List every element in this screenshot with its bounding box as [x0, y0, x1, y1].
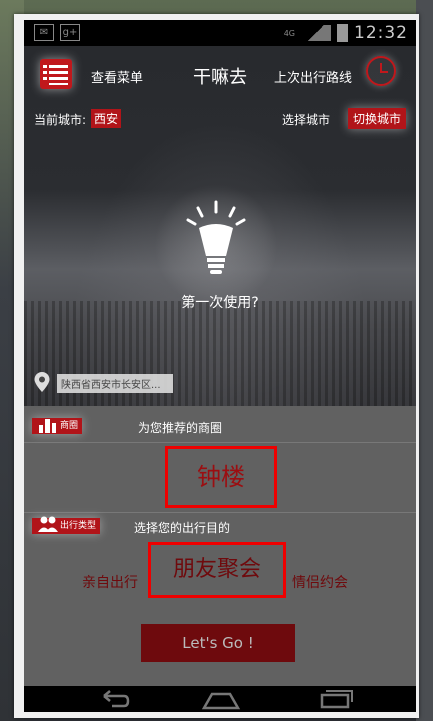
current-city-badge: 西安 — [91, 109, 122, 128]
android-nav-bar — [24, 686, 416, 712]
google-plus-icon: g+ — [60, 24, 80, 41]
history-label[interactable]: 上次出行路线 — [274, 67, 352, 86]
selected-district[interactable]: 钟楼 — [165, 446, 277, 508]
current-city-label: 当前城市: — [34, 113, 87, 127]
choose-city-label: 选择城市 — [282, 113, 331, 127]
divider — [24, 442, 416, 443]
network-type: 4G — [283, 28, 295, 38]
first-use-button[interactable] — [154, 184, 278, 308]
location-pin-icon — [34, 372, 50, 392]
trip-type-tag: 出行类型 — [32, 516, 101, 534]
app-title: 干嘛去 — [193, 67, 247, 88]
mail-icon: ✉ — [34, 24, 54, 41]
trip-option-date[interactable]: 情侣约会 — [292, 572, 348, 592]
people-icon — [38, 516, 58, 532]
back-icon[interactable] — [90, 686, 140, 712]
divider — [24, 512, 416, 513]
lightbulb-icon — [186, 200, 246, 274]
status-bar: ✉ g+ 4G 12:32 — [24, 20, 416, 46]
lets-go-button[interactable]: Let's Go ! — [141, 624, 295, 662]
signal-icon — [301, 25, 331, 41]
business-tag-label: 商圈 — [60, 421, 79, 431]
trip-option-friends[interactable]: 朋友聚会 — [148, 542, 286, 598]
trip-section-header: 出行类型 选择您的出行目的 — [24, 514, 416, 542]
business-section-header: 商圈 为您推荐的商圈 — [24, 414, 416, 442]
top-bar: 查看菜单 干嘛去 上次出行路线 — [24, 46, 416, 104]
recent-apps-icon[interactable] — [310, 686, 360, 712]
status-time: 12:32 — [354, 23, 408, 43]
trip-type-tag-label: 出行类型 — [60, 521, 97, 531]
business-section-label: 为您推荐的商圈 — [138, 421, 223, 435]
device-screen: ✉ g+ 4G 12:32 查看菜单 干嘛去 上次出行路线 当前城市: 西安 选… — [24, 20, 416, 712]
home-icon[interactable] — [196, 686, 246, 712]
buildings-icon — [39, 419, 56, 433]
city-row: 当前城市: 西安 选择城市 切换城市 — [24, 108, 416, 130]
options-panel: 商圈 为您推荐的商圈 钟楼 出行类型 选择您的出行目的 亲自出行 朋友聚会 情侣… — [24, 406, 416, 686]
switch-city-button[interactable]: 切换城市 — [348, 108, 407, 129]
history-clock-icon[interactable] — [366, 56, 396, 86]
battery-icon — [337, 24, 348, 42]
first-use-prompt[interactable]: 第一次使用? — [24, 292, 416, 312]
app-content: 查看菜单 干嘛去 上次出行路线 当前城市: 西安 选择城市 切换城市 第一次使用… — [24, 46, 416, 686]
trip-option-solo[interactable]: 亲自出行 — [82, 572, 138, 592]
address-field[interactable]: 陕西省西安市长安区... — [57, 374, 173, 393]
business-tag: 商圈 — [32, 418, 83, 434]
trip-section-label: 选择您的出行目的 — [134, 521, 231, 535]
